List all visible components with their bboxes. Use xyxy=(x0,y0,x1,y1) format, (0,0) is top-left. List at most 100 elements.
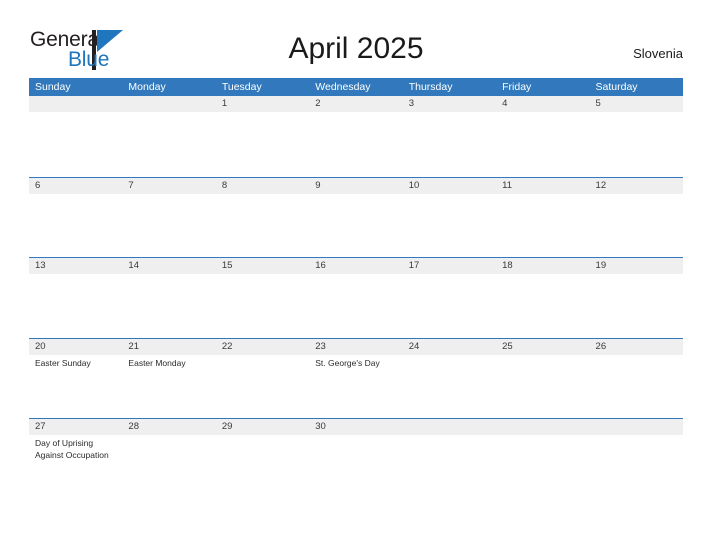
day-cell[interactable]: Day of Uprising Against Occupation xyxy=(29,435,122,461)
date-number[interactable]: 22 xyxy=(216,339,309,355)
date-number-band: 6 7 8 9 10 11 12 xyxy=(29,177,683,194)
date-number-band: 20 21 22 23 24 25 26 xyxy=(29,338,683,355)
date-number[interactable]: 7 xyxy=(122,178,215,194)
date-number[interactable]: 13 xyxy=(29,258,122,274)
date-number[interactable]: 30 xyxy=(309,419,402,435)
date-number[interactable]: 9 xyxy=(309,178,402,194)
date-number xyxy=(29,96,122,112)
day-cell[interactable] xyxy=(309,435,402,461)
week-row: 12345 xyxy=(29,96,683,177)
day-cell[interactable] xyxy=(29,112,122,115)
date-number[interactable]: 2 xyxy=(309,96,402,112)
page-header: General Blue April 2025 Slovenia xyxy=(0,0,712,78)
day-cell[interactable] xyxy=(590,355,683,370)
event-label: Against Occupation xyxy=(35,449,109,460)
event-band xyxy=(29,274,683,277)
event-label: Day of Uprising xyxy=(35,438,94,448)
date-number[interactable]: 1 xyxy=(216,96,309,112)
day-cell[interactable] xyxy=(496,274,589,277)
day-cell[interactable] xyxy=(403,112,496,115)
date-number-band: 12345 xyxy=(29,96,683,112)
day-cell[interactable] xyxy=(216,274,309,277)
day-cell[interactable] xyxy=(122,435,215,461)
date-number[interactable]: 4 xyxy=(496,96,589,112)
event-label: St. George's Day xyxy=(315,357,380,368)
week-row: 20 21 22 23 24 25 26 Easter Sunday Easter Monday… xyxy=(29,337,683,419)
day-cell[interactable] xyxy=(496,194,589,197)
date-number xyxy=(122,96,215,112)
date-number[interactable]: 15 xyxy=(216,258,309,274)
date-number[interactable]: 20 xyxy=(29,339,122,355)
day-cell[interactable] xyxy=(216,112,309,115)
date-number-band: 13 14 15 16 17 18 19 xyxy=(29,258,683,274)
date-number[interactable]: 18 xyxy=(496,258,589,274)
calendar-grid: Sunday Monday Tuesday Wednesday Thursday… xyxy=(29,78,683,499)
day-cell[interactable] xyxy=(122,194,215,197)
event-label: Easter Sunday xyxy=(35,357,91,368)
day-cell[interactable] xyxy=(122,274,215,277)
date-number[interactable]: 26 xyxy=(590,339,683,355)
event-band xyxy=(29,194,683,197)
day-cell[interactable] xyxy=(496,355,589,370)
day-cell[interactable] xyxy=(29,194,122,197)
weeks-container: 1 2 3 4 5 6 7 8 9 10 11 12 13 14 15 16 17 18 19 20 21 22 23 24 2… xyxy=(29,96,683,499)
date-number[interactable]: 25 xyxy=(496,339,589,355)
day-cell[interactable] xyxy=(216,355,309,370)
day-cell[interactable] xyxy=(590,194,683,197)
date-number[interactable]: 3 xyxy=(403,96,496,112)
date-number[interactable]: 6 xyxy=(29,178,122,194)
date-number[interactable]: 5 xyxy=(590,96,683,112)
date-number xyxy=(590,419,683,435)
date-number[interactable]: 16 xyxy=(309,258,402,274)
date-number[interactable]: 28 xyxy=(122,419,215,435)
date-number[interactable]: 29 xyxy=(216,419,309,435)
day-cell[interactable] xyxy=(309,274,402,277)
date-number[interactable]: 21 xyxy=(122,339,215,355)
day-cell[interactable]: St. George's Day xyxy=(309,355,402,370)
day-cell[interactable] xyxy=(403,274,496,277)
day-cell[interactable]: Easter Monday xyxy=(122,355,215,370)
date-number[interactable]: 10 xyxy=(403,178,496,194)
date-number[interactable]: 19 xyxy=(590,258,683,274)
date-number[interactable]: 27 xyxy=(29,419,122,435)
date-number[interactable]: 14 xyxy=(122,258,215,274)
day-cell[interactable] xyxy=(309,112,402,115)
event-label: Easter Monday xyxy=(128,357,186,368)
day-cell[interactable] xyxy=(216,435,309,461)
country-label: Slovenia xyxy=(633,46,683,61)
date-number[interactable]: 23 xyxy=(309,339,402,355)
day-cell[interactable] xyxy=(496,112,589,115)
date-number[interactable]: 12 xyxy=(590,178,683,194)
week-row: 27 28 29 30 Day of Uprising Against Occupatio… xyxy=(29,418,683,499)
weekday-thursday: Thursday xyxy=(408,81,453,93)
weekday-wednesday: Wednesday xyxy=(315,81,371,93)
date-number[interactable]: 11 xyxy=(496,178,589,194)
weekday-tuesday: Tuesday xyxy=(221,81,262,93)
day-cell[interactable] xyxy=(29,274,122,277)
day-cell[interactable] xyxy=(403,194,496,197)
weekday-friday: Friday xyxy=(502,81,532,93)
day-cell[interactable] xyxy=(590,435,683,461)
date-number xyxy=(496,419,589,435)
day-cell[interactable]: Easter Sunday xyxy=(29,355,122,370)
date-number[interactable]: 8 xyxy=(216,178,309,194)
day-cell[interactable] xyxy=(403,435,496,461)
page-title: April 2025 xyxy=(288,32,424,65)
date-number[interactable]: 24 xyxy=(403,339,496,355)
day-cell[interactable] xyxy=(590,112,683,115)
day-cell[interactable] xyxy=(216,194,309,197)
date-number[interactable]: 17 xyxy=(403,258,496,274)
date-number xyxy=(403,419,496,435)
day-cell[interactable] xyxy=(496,435,589,461)
weekday-saturday: Saturday xyxy=(595,81,638,93)
weekday-sunday: Sunday xyxy=(35,81,71,93)
event-band: Easter Sunday Easter Monday St. George's D… xyxy=(29,355,683,370)
day-cell[interactable] xyxy=(403,355,496,370)
day-cell[interactable] xyxy=(122,112,215,115)
event-band: Day of Uprising Against Occupation xyxy=(29,435,683,461)
date-number-band: 27 28 29 30 xyxy=(29,419,683,435)
event-band xyxy=(29,112,683,115)
day-cell[interactable] xyxy=(590,274,683,277)
day-cell[interactable] xyxy=(309,194,402,197)
week-row: 13 14 15 16 17 18 19 xyxy=(29,257,683,338)
